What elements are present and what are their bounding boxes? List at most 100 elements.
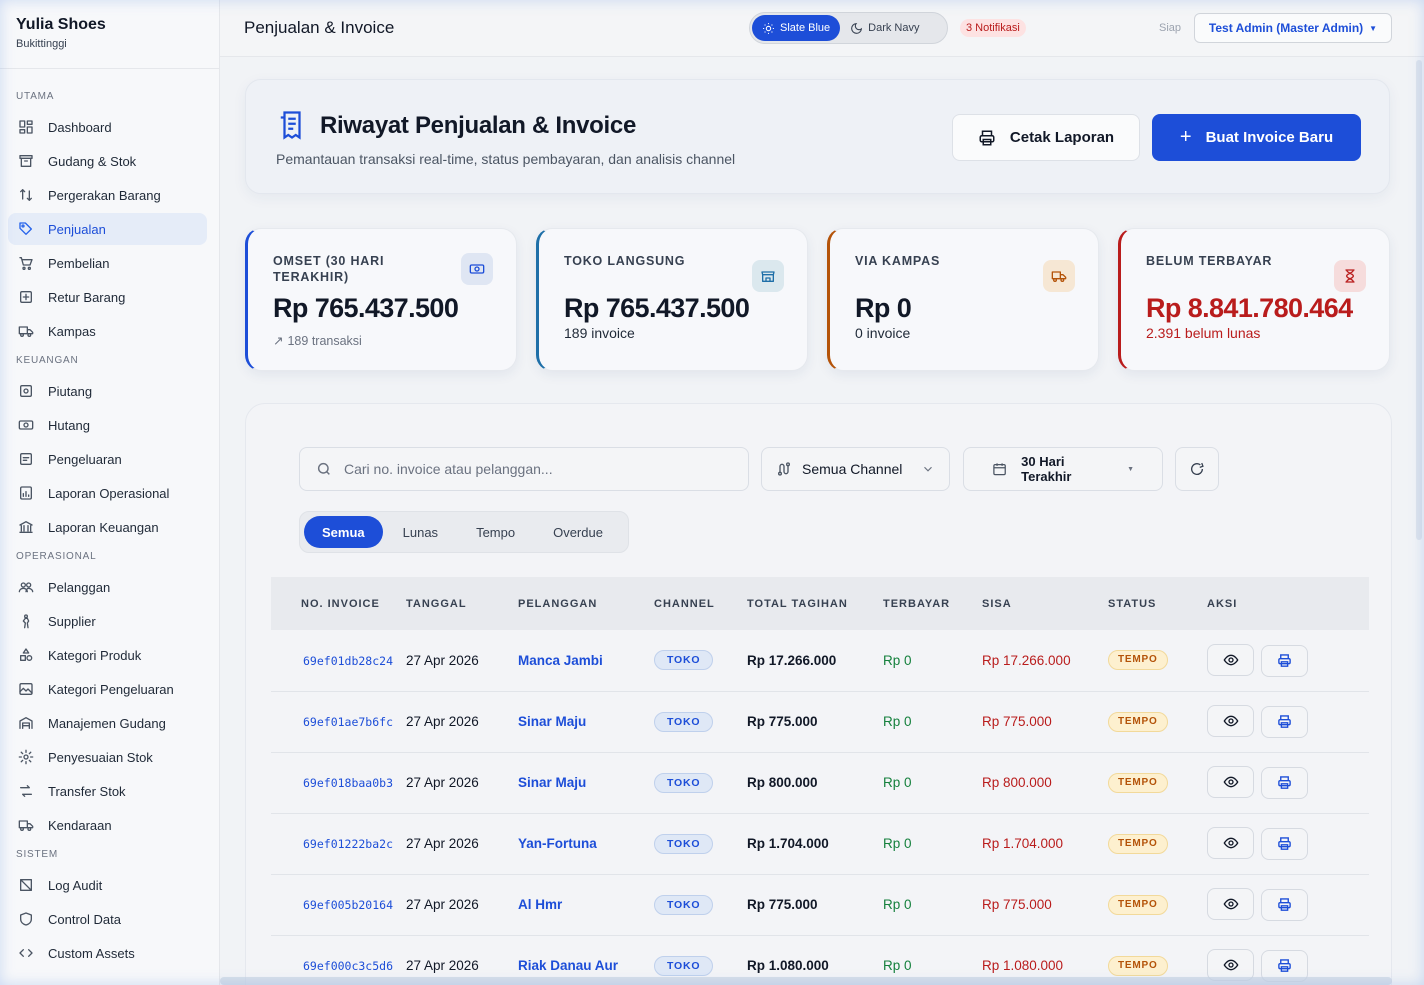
sidebar-item-label: Kategori Produk (48, 647, 142, 663)
sidebar-item-laporan-operasional[interactable]: Laporan Operasional (8, 477, 207, 509)
sidebar-item-penyesuaian-stok[interactable]: Penyesuaian Stok (8, 741, 207, 773)
sidebar: Yulia Shoes Bukittinggi UTAMA Dashboard Gu… (0, 0, 220, 985)
brand-name: Yulia Shoes (16, 16, 106, 33)
view-button[interactable] (1207, 644, 1254, 676)
invoice-date: 27 Apr 2026 (406, 652, 479, 668)
sidebar-item-supplier[interactable]: Supplier (8, 605, 207, 637)
sidebar-item-dashboard[interactable]: Dashboard (8, 111, 207, 143)
tab-semua[interactable]: Semua (304, 516, 383, 548)
sidebar-item-kampas[interactable]: Kampas (8, 315, 207, 347)
truck-icon (18, 323, 34, 339)
table-header-row: NO. INVOICE TANGGAL PELANGGAN CHANNEL TOTAL … (271, 577, 1369, 630)
eye-icon (1223, 898, 1238, 910)
print-button[interactable] (1261, 644, 1308, 677)
invoice-number-link[interactable]: 69ef01222ba2c (303, 837, 393, 851)
sidebar-item-pergerakan-barang[interactable]: Pergerakan Barang (8, 179, 207, 211)
print-button[interactable] (1261, 766, 1308, 799)
sidebar-item-label: Penjualan (48, 221, 106, 237)
page-title: Penjualan & Invoice (244, 18, 395, 37)
table-row: 69ef005b20164 27 Apr 2026 Al Hmr TOKO Rp 775… (271, 874, 1369, 935)
refresh-button[interactable] (1175, 447, 1219, 491)
notification-badge[interactable]: 3 Notifikasi (960, 19, 1026, 37)
sidebar-item-gudang-stok[interactable]: Gudang & Stok (8, 145, 207, 177)
table-row: 69ef018baa0b3 27 Apr 2026 Sinar Maju TOKO Rp… (271, 752, 1369, 813)
column-header: PELANGGAN (518, 597, 598, 610)
view-button[interactable] (1207, 888, 1254, 921)
sidebar-item-log-audit[interactable]: Log Audit (8, 869, 207, 901)
printer-icon (1278, 898, 1291, 912)
sidebar-item-transfer-stok[interactable]: Transfer Stok (8, 775, 207, 807)
invoice-number-link[interactable]: 69ef000c3c5d6 (303, 959, 393, 973)
print-button[interactable] (1261, 705, 1308, 738)
stat-label: VIA KAMPAS (855, 254, 941, 268)
new-invoice-button[interactable]: + Buat Invoice Baru (1152, 114, 1361, 161)
sidebar-item-piutang[interactable]: Piutang (8, 375, 207, 407)
table-row: 69ef01db28c24 27 Apr 2026 Manca Jambi TOKO R… (271, 630, 1369, 691)
view-button[interactable] (1207, 705, 1254, 738)
sidebar-section-title: OPERASIONAL (16, 551, 97, 562)
sidebar-item-kategori-pengeluaran[interactable]: Kategori Pengeluaran (8, 673, 207, 705)
customer-link[interactable]: Al Hmr (518, 897, 562, 912)
search-box[interactable] (299, 447, 749, 491)
sidebar-item-custom-assets[interactable]: Custom Assets (8, 937, 207, 969)
sidebar-item-laporan-keuangan[interactable]: Laporan Keuangan (8, 511, 207, 543)
view-button[interactable] (1207, 766, 1254, 799)
theme-switch: Slate Blue Dark Navy (749, 12, 948, 44)
sidebar-item-penjualan[interactable]: Penjualan (8, 213, 207, 245)
printer-icon (1278, 959, 1291, 973)
eye-icon (1223, 837, 1238, 849)
sidebar-item-hutang[interactable]: Hutang (8, 409, 207, 441)
theme-slate-blue-button[interactable]: Slate Blue (752, 15, 841, 41)
sidebar-item-manajemen-gudang[interactable]: Manajemen Gudang (8, 707, 207, 739)
customer-link[interactable]: Yan-Fortuna (518, 836, 597, 851)
remaining-amount: Rp 775.000 (982, 714, 1052, 729)
date-range-select[interactable]: 30 Hari Terakhir ▼ (963, 447, 1163, 491)
column-header: TANGGAL (406, 597, 467, 610)
status-badge: TEMPO (1108, 894, 1168, 915)
sidebar-item-control-data[interactable]: Control Data (8, 903, 207, 935)
stat-footnote: 189 invoice (564, 325, 635, 341)
printer-icon (979, 130, 995, 145)
eye-icon (1223, 776, 1238, 788)
customer-link[interactable]: Riak Danau Aur (518, 958, 618, 973)
sidebar-item-kategori-produk[interactable]: Kategori Produk (8, 639, 207, 671)
tab-tempo[interactable]: Tempo (458, 516, 533, 548)
sidebar-item-pembelian[interactable]: Pembelian (8, 247, 207, 279)
sidebar-item-kendaraan[interactable]: Kendaraan (8, 809, 207, 841)
column-header: AKSI (1207, 597, 1238, 610)
customer-link[interactable]: Manca Jambi (518, 653, 603, 668)
print-button[interactable] (1261, 888, 1308, 921)
paid-amount: Rp 0 (883, 836, 912, 851)
invoice-number-link[interactable]: 69ef018baa0b3 (303, 776, 393, 790)
print-report-button[interactable]: Cetak Laporan (952, 114, 1140, 161)
sidebar-item-pelanggan[interactable]: Pelanggan (8, 571, 207, 603)
chevron-down-icon (924, 466, 932, 472)
paid-amount: Rp 0 (883, 775, 912, 790)
print-button[interactable] (1261, 827, 1308, 860)
customer-link[interactable]: Sinar Maju (518, 714, 586, 729)
search-input[interactable] (344, 461, 724, 477)
view-button[interactable] (1207, 827, 1254, 860)
sidebar-item-label: Kampas (48, 323, 96, 339)
tab-lunas[interactable]: Lunas (385, 516, 456, 548)
channel-select[interactable]: Semua Channel (761, 447, 950, 491)
invoice-number-link[interactable]: 69ef01ae7b6fc (303, 715, 393, 729)
sidebar-item-retur-barang[interactable]: Retur Barang (8, 281, 207, 313)
total-amount: Rp 1.080.000 (747, 958, 829, 973)
invoice-number-link[interactable]: 69ef01db28c24 (303, 654, 393, 668)
tab-overdue[interactable]: Overdue (535, 516, 621, 548)
sidebar-item-label: Hutang (48, 417, 90, 433)
horizontal-scrollbar[interactable] (220, 977, 1392, 985)
theme-dark-navy-button[interactable]: Dark Navy (840, 15, 929, 41)
vertical-scrollbar[interactable] (1416, 60, 1422, 540)
user-menu-button[interactable]: Test Admin (Master Admin) ▼ (1194, 13, 1392, 43)
sidebar-item-pengeluaran[interactable]: Pengeluaran (8, 443, 207, 475)
customer-link[interactable]: Sinar Maju (518, 775, 586, 790)
invoice-number-link[interactable]: 69ef005b20164 (303, 898, 393, 912)
sidebar-item-label: Kategori Pengeluaran (48, 681, 174, 697)
top-bar: Penjualan & Invoice Slate Blue Dark Navy… (220, 0, 1424, 57)
sidebar-item-label: Control Data (48, 911, 121, 927)
receipt-icon (277, 110, 307, 145)
sidebar-section-title: UTAMA (16, 91, 55, 102)
stat-card: VIA KAMPAS Rp 0 0 invoice (827, 228, 1099, 371)
